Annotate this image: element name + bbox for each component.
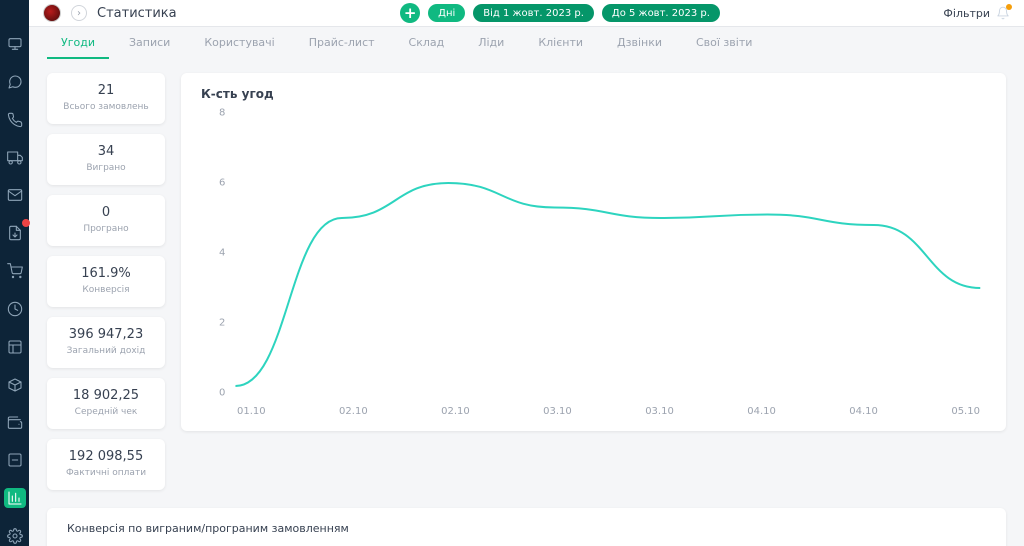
sidebar-item-notes[interactable] [4,223,26,243]
add-button[interactable]: + [400,3,420,23]
stats-tabs: УгодиЗаписиКористувачіПрайс-листСкладЛід… [29,27,1024,59]
tab-4[interactable]: Склад [395,27,459,59]
y-tick-0: 0 [219,388,225,399]
bell-icon[interactable] [996,6,1010,20]
tab-8[interactable]: Свої звіти [682,27,766,59]
conversion-chart-card: Конверсія по виграним/програним замовлен… [47,508,1006,546]
y-tick-4: 4 [219,248,225,259]
content: 21 Всього замовлень 34 Виграно 0 Програно 1… [29,59,1024,546]
kpi-4: 396 947,23 Загальний дохід [47,317,165,368]
tab-2[interactable]: Користувачі [190,27,288,59]
kpi-4-value: 396 947,23 [53,327,159,342]
kpi-6: 192 098,55 Фактичні оплати [47,439,165,490]
kpi-2: 0 Програно [47,195,165,246]
sidebar-item-cart[interactable] [4,261,26,281]
tab-1[interactable]: Записи [115,27,184,59]
kpi-1-label: Виграно [53,163,159,173]
kpi-3-label: Конверсія [53,285,159,295]
avatar[interactable] [43,4,61,22]
x-tick: 05.10 [951,406,980,417]
sidebar-item-package[interactable] [4,375,26,395]
sidebar-item-wallet[interactable] [4,413,26,433]
kpi-3-value: 161.9% [53,266,159,281]
sidebar-item-layout[interactable] [4,337,26,357]
tab-7[interactable]: Дзвінки [603,27,676,59]
sidebar-item-clock[interactable] [4,299,26,319]
sidebar-item-mail[interactable] [4,185,26,205]
kpi-5-value: 18 902,25 [53,388,159,403]
filters-button[interactable]: Фільтри [943,6,1010,20]
sidebar-item-settings[interactable] [4,526,26,546]
kpi-1: 34 Виграно [47,134,165,185]
deals-chart-title: К-сть угод [201,87,986,101]
red-dot-badge [22,219,30,227]
kpi-6-label: Фактичні оплати [53,468,159,478]
filters-label: Фільтри [943,7,990,20]
sidebar-item-chat[interactable] [4,72,26,92]
kpi-6-value: 192 098,55 [53,449,159,464]
x-tick: 01.10 [237,406,266,417]
tab-0[interactable]: Угоди [47,27,109,59]
y-tick-2: 2 [219,318,225,329]
page-title: Статистика [97,6,177,21]
sidebar-item-desktop[interactable] [4,34,26,54]
kpi-0: 21 Всього замовлень [47,73,165,124]
bell-dot [1006,4,1012,10]
kpi-5-label: Середній чек [53,407,159,417]
kpi-column: 21 Всього замовлень 34 Виграно 0 Програно 1… [47,73,165,490]
sidebar-item-phone[interactable] [4,110,26,130]
x-tick: 03.10 [543,406,572,417]
kpi-2-value: 0 [53,205,159,220]
top-bar: › Статистика + Дні Від 1 жовт. 2023 р. Д… [29,0,1024,27]
kpi-1-value: 34 [53,144,159,159]
sidebar-item-stats[interactable] [4,488,26,508]
tab-5[interactable]: Ліди [464,27,518,59]
period-days[interactable]: Дні [428,4,465,22]
y-tick-8: 8 [219,108,225,119]
conversion-chart-title: Конверсія по виграним/програним замовлен… [67,522,986,535]
deals-chart[interactable]: 0 2 4 6 8 01.10 02.10 02.10 03.10 03.10 04.10 04.10… [201,107,986,417]
tab-3[interactable]: Прайс-лист [295,27,389,59]
x-tick: 04.10 [747,406,776,417]
sidebar-item-truck[interactable] [4,148,26,168]
collapse-toggle[interactable]: › [71,5,87,21]
kpi-0-label: Всього замовлень [53,102,159,112]
deals-chart-card: К-сть угод 0 2 4 6 8 01.10 02.10 02.10 03.10 03.1… [181,73,1006,431]
sidebar [0,0,29,546]
kpi-4-label: Загальний дохід [53,346,159,356]
kpi-2-label: Програно [53,224,159,234]
date-to[interactable]: До 5 жовт. 2023 р. [602,4,720,22]
x-tick: 02.10 [441,406,470,417]
kpi-3: 161.9% Конверсія [47,256,165,307]
y-tick-6: 6 [219,178,225,189]
x-tick: 03.10 [645,406,674,417]
date-from[interactable]: Від 1 жовт. 2023 р. [473,4,594,22]
kpi-5: 18 902,25 Середній чек [47,378,165,429]
kpi-0-value: 21 [53,83,159,98]
tab-6[interactable]: Клієнти [524,27,597,59]
sidebar-item-minus[interactable] [4,450,26,470]
x-tick: 04.10 [849,406,878,417]
x-tick: 02.10 [339,406,368,417]
